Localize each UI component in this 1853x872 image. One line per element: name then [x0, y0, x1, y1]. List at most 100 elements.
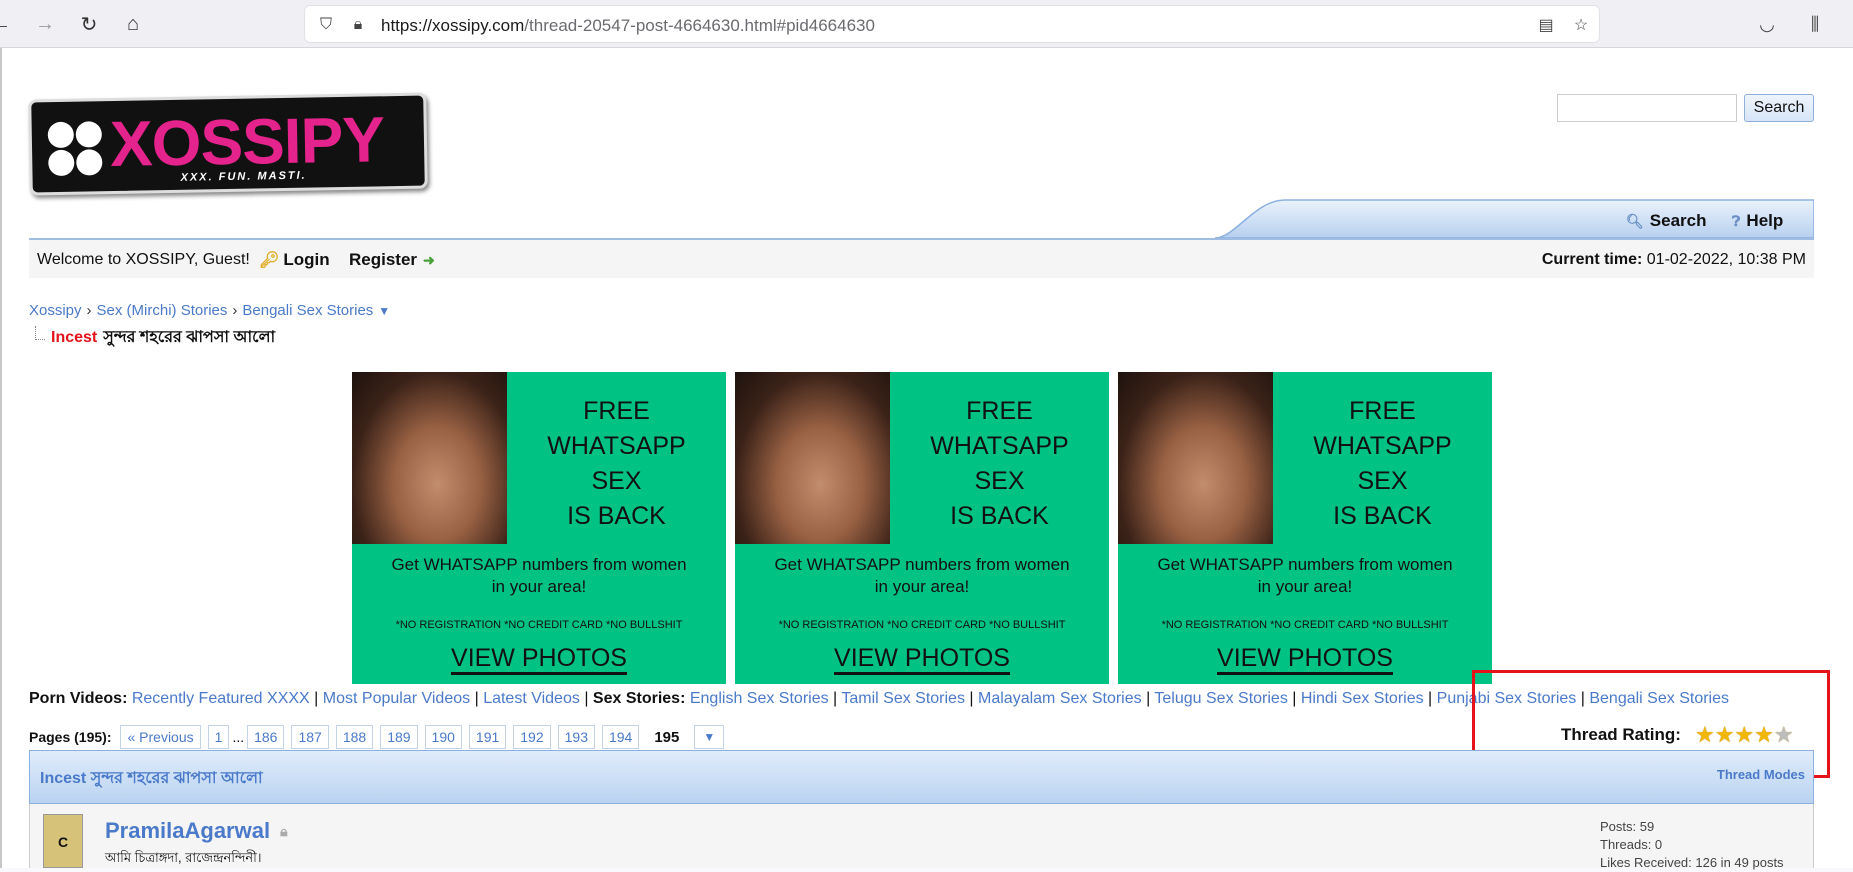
current-time: Current time: 01-02-2022, 10:38 PM — [1542, 251, 1806, 269]
user-stats: Posts: 59 Threads: 0 Likes Received: 126… — [1600, 818, 1784, 872]
search-input[interactable] — [1557, 94, 1737, 122]
breadcrumb-item-bengali[interactable]: Bengali Sex Stories — [242, 302, 373, 319]
ad-banner-row: FREE WHATSAPP SEX IS BACK Get WHATSAPP numb… — [352, 372, 1518, 684]
register-link[interactable]: Register ➜ — [349, 250, 435, 270]
reader-view-icon[interactable]: ▤ — [1535, 15, 1557, 35]
user-posts-count: Posts: 59 — [1600, 819, 1655, 834]
post: C PramilaAgarwal 🔒︎ আমি চিত্রাঙ্গদা, রাজ… — [29, 804, 1814, 870]
link-tamil-stories[interactable]: Tamil Sex Stories — [841, 690, 965, 707]
breadcrumb-item-sex-stories[interactable]: Sex (Mirchi) Stories — [97, 302, 228, 319]
breadcrumb-thread-title: Incest সুন্দর শহরের ঝাপসা আলো — [35, 324, 275, 351]
chevron-down-icon[interactable]: ▼ — [378, 304, 390, 318]
arrow-right-icon: ➜ — [423, 251, 435, 268]
login-link[interactable]: 🔑︎ Login — [259, 250, 330, 270]
pagination-page[interactable]: 1 — [207, 725, 230, 749]
pagination-page[interactable]: 187 — [291, 725, 329, 749]
link-hindi-stories[interactable]: Hindi Sex Stories — [1301, 690, 1424, 707]
ad-small-text: *NO REGISTRATION *NO CREDIT CARD *NO BUL… — [395, 619, 683, 631]
magnifier-icon: 🔍︎ — [1626, 212, 1644, 229]
link-malayalam-stories[interactable]: Malayalam Sex Stories — [978, 690, 1142, 707]
pocket-icon[interactable]: ◡ — [1752, 9, 1782, 39]
welcome-bar: Welcome to XOSSIPY, Guest! 🔑︎ Login Regi… — [29, 238, 1814, 278]
pagination-page[interactable]: 192 — [513, 725, 551, 749]
ad-photo — [735, 372, 890, 544]
home-icon[interactable]: ⌂ — [118, 9, 148, 39]
url-text[interactable]: https://xossipy.com/thread-20547-post-46… — [381, 16, 875, 36]
link-latest-videos[interactable]: Latest Videos — [483, 690, 580, 707]
link-telugu-stories[interactable]: Telugu Sex Stories — [1154, 690, 1287, 707]
welcome-text: Welcome to XOSSIPY, Guest! — [37, 251, 250, 268]
thread-prefix: Incest — [51, 328, 98, 346]
key-icon: 🔑︎ — [259, 252, 280, 269]
sex-stories-label: Sex Stories: — [592, 690, 686, 707]
breadcrumb-item-xossipy[interactable]: Xossipy — [29, 302, 82, 319]
menu-help-label: Help — [1746, 211, 1784, 230]
ad-subtext: Get WHATSAPP numbers from women in your a… — [1157, 555, 1453, 596]
url-path: /thread-20547-post-4664630.html#pid46646… — [524, 16, 875, 35]
pagination-page[interactable]: 190 — [424, 725, 462, 749]
pagination-page[interactable]: 186 — [247, 725, 285, 749]
link-english-stories[interactable]: English Sex Stories — [690, 690, 829, 707]
pagination-page[interactable]: 193 — [557, 725, 595, 749]
help-icon: ❓︎ — [1732, 212, 1741, 229]
ad-cta[interactable]: VIEW PHOTOS — [1118, 644, 1492, 675]
ad-headline: FREE WHATSAPP SEX IS BACK — [547, 397, 686, 530]
user-likes-count: Likes Received: 126 in 49 posts — [1600, 855, 1784, 870]
link-recently-featured[interactable]: Recently Featured XXXX — [132, 690, 310, 707]
offline-status-icon: 🔒︎ — [280, 822, 288, 839]
web-page: XOSSIPY XXX. FUN. MASTI. Search 🔍︎ Searc… — [0, 48, 1853, 870]
pagination: Pages (195): « Previous 1 ... 186 187 18… — [29, 724, 725, 750]
arrow-right-icon[interactable]: → — [30, 9, 60, 39]
ad-small-text: *NO REGISTRATION *NO CREDIT CARD *NO BUL… — [778, 619, 1066, 631]
star-icon[interactable]: ☆ — [1570, 15, 1592, 35]
thread-title: সুন্দর শহরের ঝাপসা আলো — [103, 329, 276, 346]
chevron-down-icon[interactable]: ▼ — [694, 725, 725, 749]
tree-line-icon — [35, 325, 45, 340]
ad-banner[interactable]: FREE WHATSAPP SEX IS BACK Get WHATSAPP numb… — [1118, 372, 1492, 684]
logo-wordmark: XOSSIPY — [109, 103, 385, 181]
user-threads-count: Threads: 0 — [1600, 837, 1663, 852]
thread-header: Incest সুন্দর শহরের ঝাপসা আলো Thread Mod… — [29, 750, 1814, 804]
library-icon[interactable]: ⫼ — [1800, 9, 1830, 39]
thread-modes-link[interactable]: Thread Modes — [1717, 767, 1805, 782]
menu-help-link[interactable]: ❓︎ Help — [1732, 211, 1783, 231]
pagination-page[interactable]: 191 — [468, 725, 507, 749]
reload-icon[interactable]: ↻ — [74, 9, 104, 39]
address-bar[interactable]: ⛉ 🔒︎ https://xossipy.com/thread-20547-po… — [304, 5, 1600, 43]
search-button[interactable]: Search — [1744, 94, 1814, 122]
pagination-page[interactable]: 194 — [601, 725, 640, 749]
link-most-popular[interactable]: Most Popular Videos — [323, 690, 470, 707]
ad-headline: FREE WHATSAPP SEX IS BACK — [1313, 397, 1452, 530]
url-host: https://xossipy.com — [381, 16, 525, 35]
breadcrumb-separator: › — [86, 302, 92, 319]
lock-icon[interactable]: 🔒︎ — [347, 15, 369, 35]
logo-tagline: XXX. FUN. MASTI. — [180, 169, 307, 184]
pagination-current: 195 — [654, 728, 680, 746]
menu-search-label: Search — [1649, 211, 1707, 230]
menu-search-link[interactable]: 🔍︎ Search — [1626, 211, 1706, 231]
ad-banner[interactable]: FREE WHATSAPP SEX IS BACK Get WHATSAPP numb… — [352, 372, 726, 684]
ad-subtext: Get WHATSAPP numbers from women in your a… — [774, 555, 1070, 596]
thread-header-title: Incest সুন্দর শহরের ঝাপসা আলো — [40, 770, 263, 787]
register-label: Register — [349, 250, 418, 269]
shield-icon[interactable]: ⛉ — [315, 15, 337, 35]
pagination-page[interactable]: 188 — [335, 725, 374, 749]
arrow-left-icon[interactable]: ← — [0, 9, 16, 39]
ad-subtext: Get WHATSAPP numbers from women in your a… — [391, 555, 687, 596]
browser-toolbar: ← → ↻ ⌂ ⛉ 🔒︎ https://xossipy.com/thread-… — [0, 0, 1853, 48]
avatar-letter: C — [58, 834, 69, 850]
site-logo[interactable]: XOSSIPY XXX. FUN. MASTI. — [28, 92, 428, 196]
pagination-ellipsis: ... — [232, 729, 245, 745]
porn-videos-label: Porn Videos: — [29, 690, 128, 707]
ad-cta[interactable]: VIEW PHOTOS — [735, 644, 1109, 675]
post-username[interactable]: PramilaAgarwal 🔒︎ — [105, 818, 288, 844]
current-time-value: 01-02-2022, 10:38 PM — [1646, 251, 1806, 268]
breadcrumb: Xossipy › Sex (Mirchi) Stories › Bengali… — [29, 302, 390, 319]
pagination-previous[interactable]: « Previous — [120, 725, 201, 749]
ad-small-text: *NO REGISTRATION *NO CREDIT CARD *NO BUL… — [1161, 619, 1449, 631]
ad-cta[interactable]: VIEW PHOTOS — [352, 644, 726, 675]
ad-banner[interactable]: FREE WHATSAPP SEX IS BACK Get WHATSAPP numb… — [735, 372, 1109, 684]
pagination-label: Pages (195): — [29, 729, 112, 745]
pagination-page[interactable]: 189 — [380, 725, 418, 749]
menu-tab — [1215, 198, 1814, 238]
